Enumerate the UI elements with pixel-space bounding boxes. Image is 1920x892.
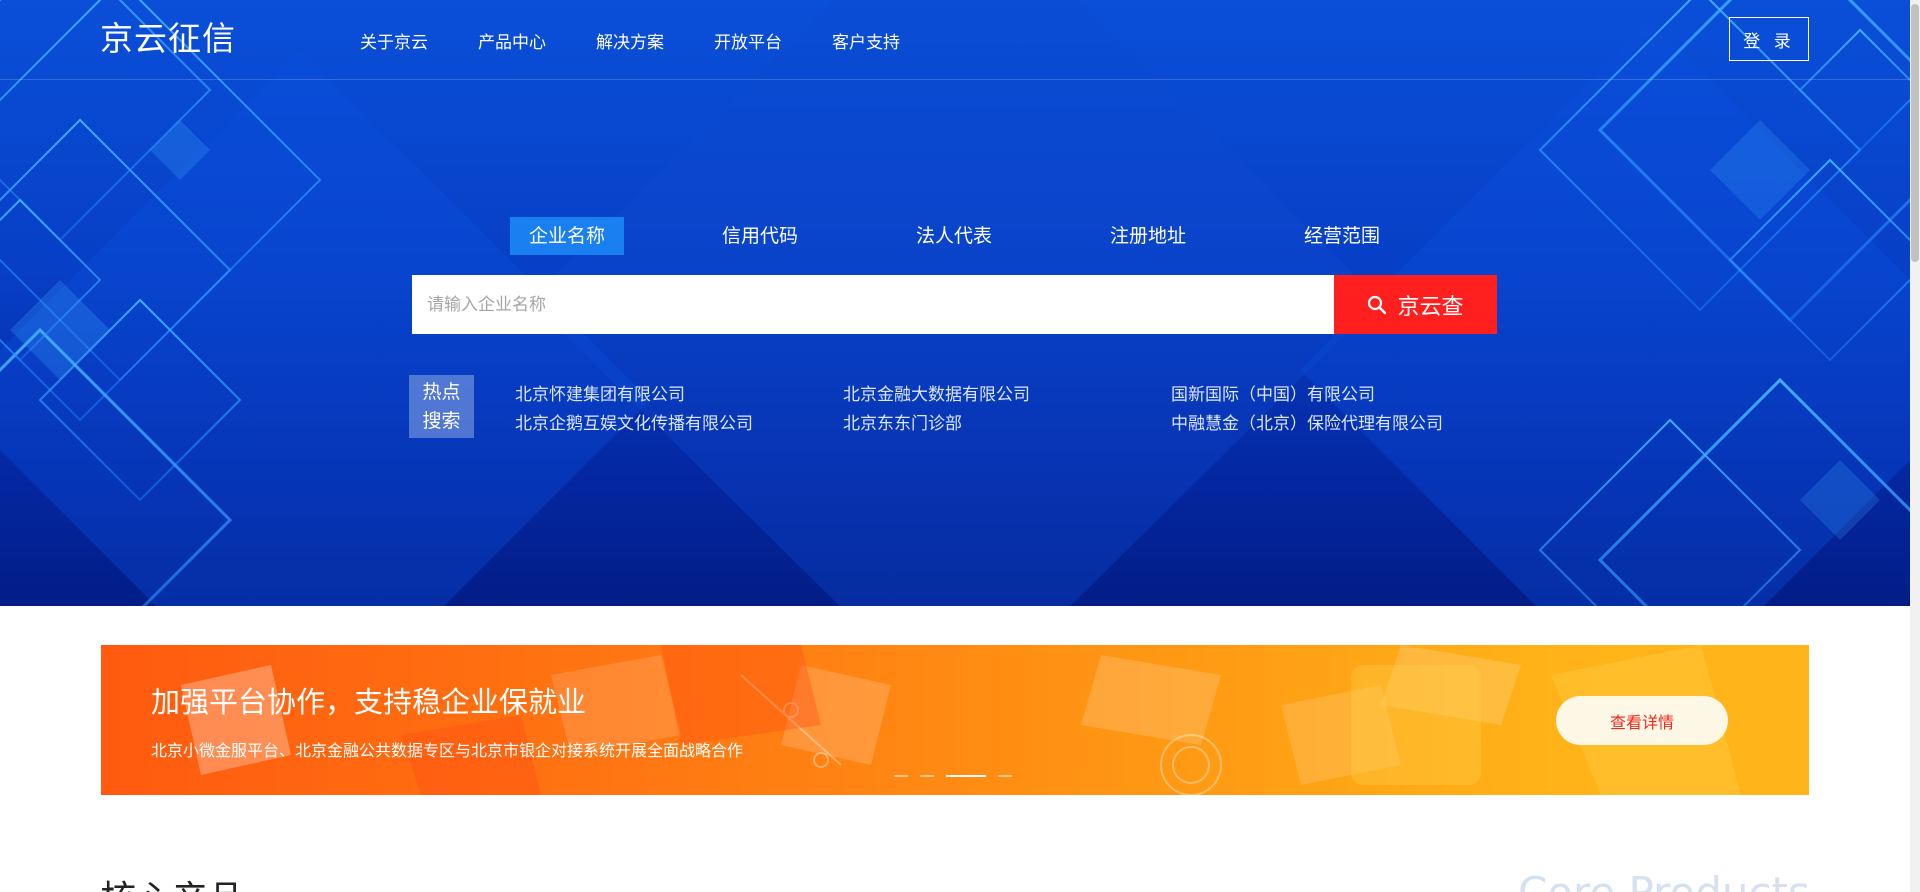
tab-business-scope[interactable]: 经营范围 (1285, 217, 1399, 255)
carousel-indicators (894, 773, 1024, 779)
tab-registered-address[interactable]: 注册地址 (1091, 217, 1205, 255)
brand-logo[interactable]: 京云征信 (100, 19, 236, 59)
scrollbar-thumb[interactable] (1911, 4, 1919, 262)
hero-section: 京云征信 关于京云 产品中心 解决方案 开放平台 客户支持 登 录 企业名称 信… (0, 0, 1910, 606)
hot-search-badge-line1: 热点 (422, 381, 461, 403)
tab-credit-code[interactable]: 信用代码 (703, 217, 817, 255)
core-products-title-en: Core Products (1518, 868, 1810, 892)
banner-subtitle: 北京小微金服平台、北京金融公共数据专区与北京市银企对接系统开展全面战略合作 (151, 741, 744, 760)
nav-item-about[interactable]: 关于京云 (360, 28, 428, 53)
hot-search-link[interactable]: 北京企鹅互娱文化传播有限公司 (515, 409, 753, 434)
nav-item-solutions[interactable]: 解决方案 (596, 28, 664, 53)
hot-search-link[interactable]: 北京东东门诊部 (843, 409, 962, 434)
hot-search-badge-line2: 搜索 (422, 410, 461, 432)
carousel-dot[interactable] (998, 775, 1012, 777)
hot-search-badge: 热点 搜索 (409, 375, 474, 438)
tab-legal-representative[interactable]: 法人代表 (897, 217, 1011, 255)
search-button-label: 京云查 (1397, 294, 1464, 320)
main-nav: 关于京云 产品中心 解决方案 开放平台 客户支持 (360, 0, 950, 80)
nav-item-products[interactable]: 产品中心 (478, 28, 546, 53)
search-icon (1368, 295, 1387, 314)
company-search-input[interactable] (412, 275, 1334, 334)
hot-search-link[interactable]: 北京怀建集团有限公司 (515, 380, 685, 405)
promo-banner[interactable]: 加强平台协作，支持稳企业保就业 北京小微金服平台、北京金融公共数据专区与北京市银… (101, 645, 1809, 795)
login-button[interactable]: 登 录 (1729, 17, 1809, 61)
carousel-dot[interactable] (920, 775, 934, 777)
top-navigation-bar: 京云征信 关于京云 产品中心 解决方案 开放平台 客户支持 登 录 (0, 0, 1910, 80)
hot-search-link[interactable]: 北京金融大数据有限公司 (843, 380, 1030, 405)
carousel-dot-active[interactable] (946, 775, 986, 777)
view-details-button[interactable]: 查看详情 (1556, 696, 1728, 745)
hot-search-link[interactable]: 中融慧金（北京）保险代理有限公司 (1171, 409, 1443, 434)
tab-company-name[interactable]: 企业名称 (510, 217, 624, 255)
search-button[interactable]: 京云查 (1334, 275, 1497, 334)
core-products-title: 核心产品 (100, 870, 244, 892)
carousel-dot[interactable] (894, 775, 908, 777)
nav-item-open-platform[interactable]: 开放平台 (714, 28, 782, 53)
banner-title: 加强平台协作，支持稳企业保就业 (151, 685, 587, 719)
hot-search-link[interactable]: 国新国际（中国）有限公司 (1171, 380, 1375, 405)
nav-item-support[interactable]: 客户支持 (832, 28, 900, 53)
